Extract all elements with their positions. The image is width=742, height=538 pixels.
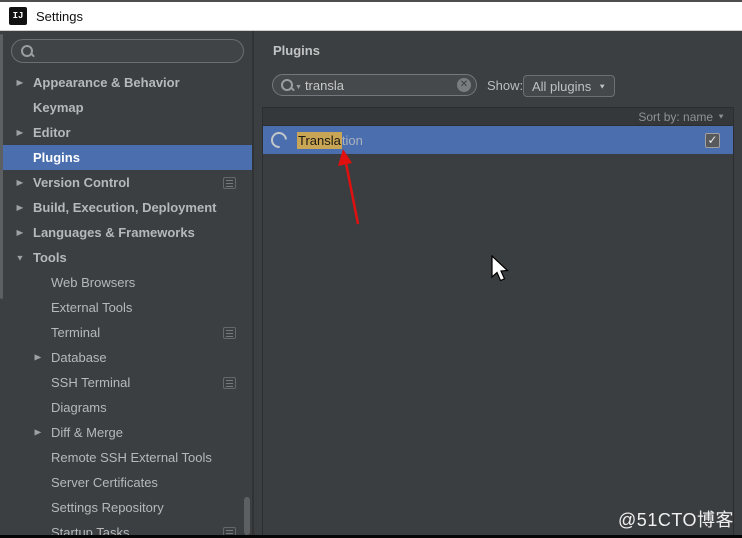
sidebar-item-settings-repository[interactable]: Settings Repository (0, 495, 252, 520)
sidebar-item-label: Build, Execution, Deployment (33, 200, 217, 215)
sidebar-item-label: Diagrams (51, 400, 107, 415)
plugin-row-translation[interactable]: Translation ✓ (263, 126, 733, 154)
sidebar-item-label: External Tools (51, 300, 133, 315)
sidebar-item-label: Plugins (33, 150, 80, 165)
chevron-down-icon: ▼ (598, 82, 607, 90)
sidebar-item-remote-ssh-external-tools[interactable]: Remote SSH External Tools (0, 445, 252, 470)
sidebar-item-label: Appearance & Behavior (33, 75, 180, 90)
sort-bar[interactable]: Sort by: name ▼ (263, 108, 733, 126)
expand-right-icon[interactable]: ▶ (13, 228, 27, 238)
sort-label: Sort by: name (638, 109, 714, 124)
settings-search-box[interactable] (11, 39, 244, 63)
sidebar-item-external-tools[interactable]: External Tools (0, 295, 252, 320)
settings-sidebar: ▶ Appearance & Behavior Keymap ▶ Editor Plugi… (0, 31, 254, 535)
plugin-enabled-checkbox[interactable]: ✓ (705, 132, 720, 148)
plugin-search-box[interactable]: ▼ ✕ (272, 74, 477, 96)
project-settings-icon (223, 526, 236, 535)
project-settings-icon (223, 326, 236, 339)
plugin-name-rest: tion (341, 132, 363, 148)
expand-right-icon[interactable]: ▶ (13, 128, 27, 138)
settings-window: IJ Settings ▶ Appearance & Behavior Keymap… (0, 0, 742, 538)
expand-right-icon[interactable]: ▶ (13, 78, 27, 88)
expand-right-icon[interactable]: ▶ (31, 353, 45, 363)
expand-right-icon[interactable]: ▶ (13, 203, 27, 213)
sidebar-item-label: SSH Terminal (51, 375, 131, 390)
search-icon (20, 44, 34, 58)
search-icon (280, 78, 294, 92)
sidebar-item-diagrams[interactable]: Diagrams (0, 395, 252, 420)
plugins-panel: Plugins ▼ ✕ Show: All plugins ▼ Sort by:… (254, 31, 742, 535)
window-title: Settings (36, 8, 83, 24)
show-label: Show: (487, 78, 524, 93)
sidebar-item-server-certificates[interactable]: Server Certificates (0, 470, 252, 495)
sidebar-item-appearance-behavior[interactable]: ▶ Appearance & Behavior (0, 70, 252, 95)
show-filter-value: All plugins (532, 78, 592, 94)
sidebar-item-languages-frameworks[interactable]: ▶ Languages & Frameworks (0, 220, 252, 245)
sidebar-item-terminal[interactable]: Terminal (0, 320, 252, 345)
sidebar-item-label: Settings Repository (51, 500, 164, 515)
page-title: Plugins (273, 43, 320, 58)
clear-search-icon[interactable]: ✕ (457, 78, 471, 92)
settings-search-input[interactable] (34, 43, 204, 59)
sidebar-item-database[interactable]: ▶ Database (0, 345, 252, 370)
sidebar-item-web-browsers[interactable]: Web Browsers (0, 270, 252, 295)
sidebar-item-label: Diff & Merge (51, 425, 124, 440)
expand-right-icon[interactable]: ▶ (31, 428, 45, 438)
sidebar-item-keymap[interactable]: Keymap (0, 95, 252, 120)
tree-scrollbar-right[interactable] (244, 497, 250, 535)
sidebar-item-ssh-terminal[interactable]: SSH Terminal (0, 370, 252, 395)
sidebar-item-label: Terminal (51, 325, 101, 340)
sidebar-item-editor[interactable]: ▶ Editor (0, 120, 252, 145)
tree-scrollbar-left[interactable] (0, 34, 3, 299)
search-options-caret-icon[interactable]: ▼ (295, 84, 302, 91)
translation-plugin-icon (267, 128, 291, 152)
plugin-name: Translation (297, 131, 363, 149)
sidebar-item-label: Startup Tasks (51, 525, 130, 535)
sidebar-item-version-control[interactable]: ▶ Version Control (0, 170, 252, 195)
sidebar-item-tools[interactable]: ▼ Tools (0, 245, 252, 270)
sidebar-item-diff-merge[interactable]: ▶ Diff & Merge (0, 420, 252, 445)
sidebar-item-startup-tasks[interactable]: Startup Tasks (0, 520, 252, 535)
plugin-search-input[interactable] (304, 77, 457, 93)
sidebar-item-label: Languages & Frameworks (33, 225, 195, 240)
sidebar-item-label: Editor (33, 125, 71, 140)
project-settings-icon (223, 176, 236, 189)
project-settings-icon (223, 376, 236, 389)
expand-right-icon[interactable]: ▶ (13, 178, 27, 188)
sidebar-item-label: Remote SSH External Tools (51, 450, 212, 465)
watermark: @51CTO博客 (618, 510, 734, 530)
window-titlebar: IJ Settings (0, 2, 742, 31)
sidebar-item-label: Tools (33, 250, 67, 265)
plugin-list: Sort by: name ▼ Translation ✓ (262, 107, 734, 535)
expand-down-icon[interactable]: ▼ (13, 253, 27, 262)
sidebar-item-label: Database (51, 350, 107, 365)
search-match-highlight: Transla (297, 131, 342, 149)
sidebar-item-label: Keymap (33, 100, 84, 115)
sidebar-item-build-execution-deployment[interactable]: ▶ Build, Execution, Deployment (0, 195, 252, 220)
sidebar-item-label: Web Browsers (51, 275, 136, 290)
settings-tree: ▶ Appearance & Behavior Keymap ▶ Editor Plugi… (0, 70, 252, 535)
sidebar-item-label: Version Control (33, 175, 130, 190)
sidebar-item-plugins[interactable]: Plugins (0, 145, 252, 170)
show-filter-dropdown[interactable]: All plugins ▼ (523, 75, 616, 97)
sidebar-item-label: Server Certificates (51, 475, 158, 490)
intellij-logo-icon: IJ (9, 7, 27, 25)
chevron-down-icon: ▼ (717, 112, 725, 121)
